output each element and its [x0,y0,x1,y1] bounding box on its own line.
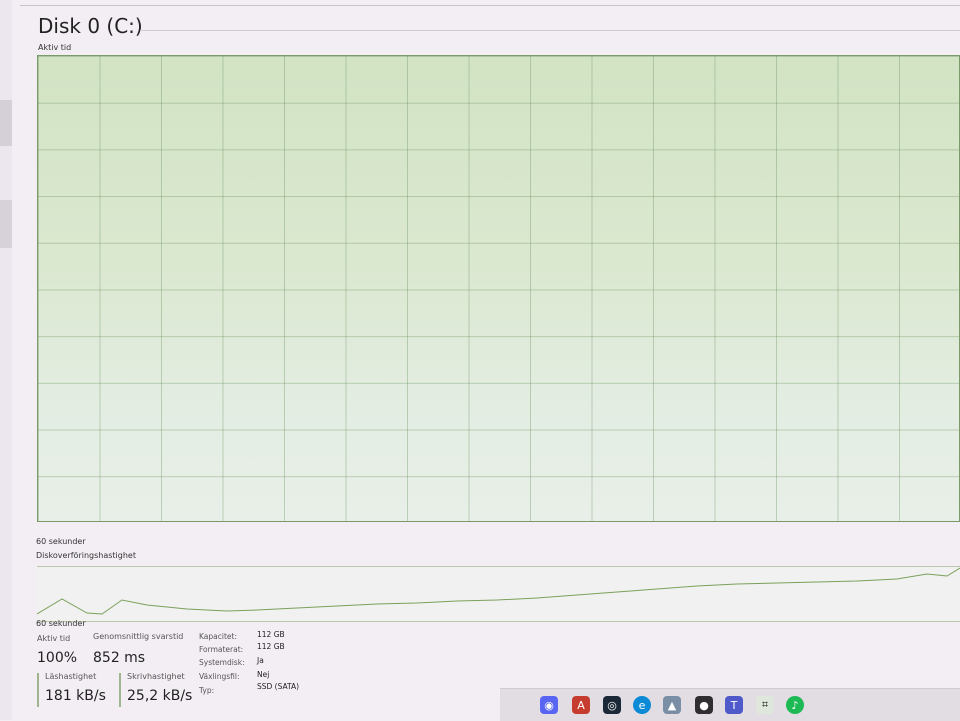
read-speed-label: Läshastighet [45,672,97,681]
page-title: Disk 0 (C:) [38,14,143,38]
write-speed-value: 25,2 kB/s [127,688,193,704]
write-speed-label: Skrivhastighet [127,672,185,681]
taskbar: ◉ A ◎ e ▲ ● T ⌗ ♪ [500,688,960,721]
formatted-label: Formaterat: [199,645,244,654]
obs-icon[interactable]: ● [695,696,713,714]
transfer-rate-graph-time-label: 60 sekunder [36,619,86,628]
write-speed-bar [119,673,121,707]
active-time-label: Aktiv tid [37,634,71,643]
active-time-value: 100% [37,650,78,666]
sidebar-item-selected[interactable] [0,100,12,146]
formatted-value: 112 GB [257,642,285,651]
transfer-rate-graph-label: Diskoverföringshastighet [36,551,136,560]
title-divider [140,30,960,31]
system-disk-value: Ja [257,656,264,665]
active-time-graph-label: Aktiv tid [38,43,72,52]
read-speed-value: 181 kB/s [45,688,106,704]
response-time-value: 852 ms [93,650,146,666]
autocad-icon[interactable]: A [572,696,590,714]
edge-icon[interactable]: e [633,696,651,714]
transfer-rate-graph [36,566,960,622]
page-file-label: Växlingsfil: [199,672,240,681]
capacity-value: 112 GB [257,630,285,639]
type-label: Typ: [199,686,215,695]
capacity-label: Kapacitet: [199,632,237,641]
type-value: SSD (SATA) [257,682,300,691]
sidebar-item[interactable] [0,200,12,248]
read-speed-bar [37,673,39,707]
header-divider [20,5,960,6]
steam-icon[interactable]: ◎ [603,696,621,714]
task-manager-icon[interactable]: ⌗ [756,696,774,714]
response-time-label: Genomsnittlig svarstid [93,632,184,641]
page-file-value: Nej [257,670,270,679]
system-disk-label: Systemdisk: [199,658,245,667]
active-time-graph [37,55,960,522]
photos-icon[interactable]: ▲ [663,696,681,714]
teams-icon[interactable]: T [725,696,743,714]
active-time-graph-time-label: 60 sekunder [36,537,86,546]
discord-icon[interactable]: ◉ [540,696,558,714]
transfer-rate-line [36,567,960,615]
spotify-icon[interactable]: ♪ [786,696,804,714]
